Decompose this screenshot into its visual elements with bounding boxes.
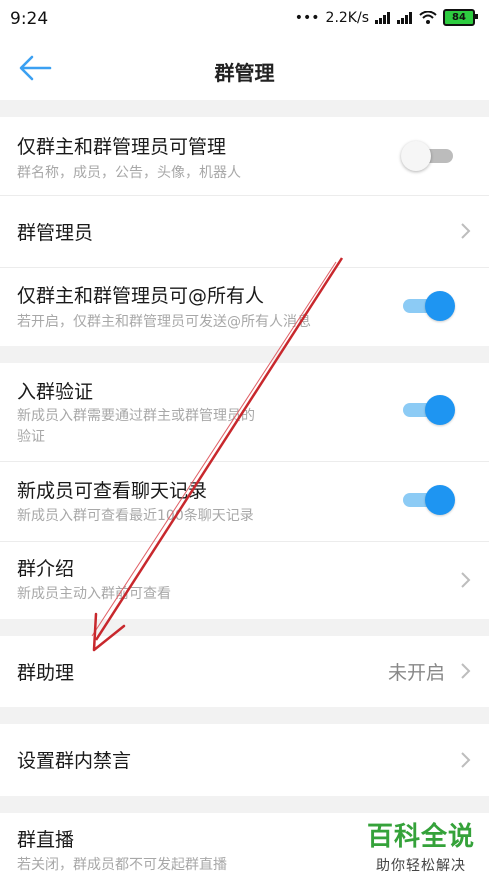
annotation-arrow-icon <box>91 257 344 652</box>
